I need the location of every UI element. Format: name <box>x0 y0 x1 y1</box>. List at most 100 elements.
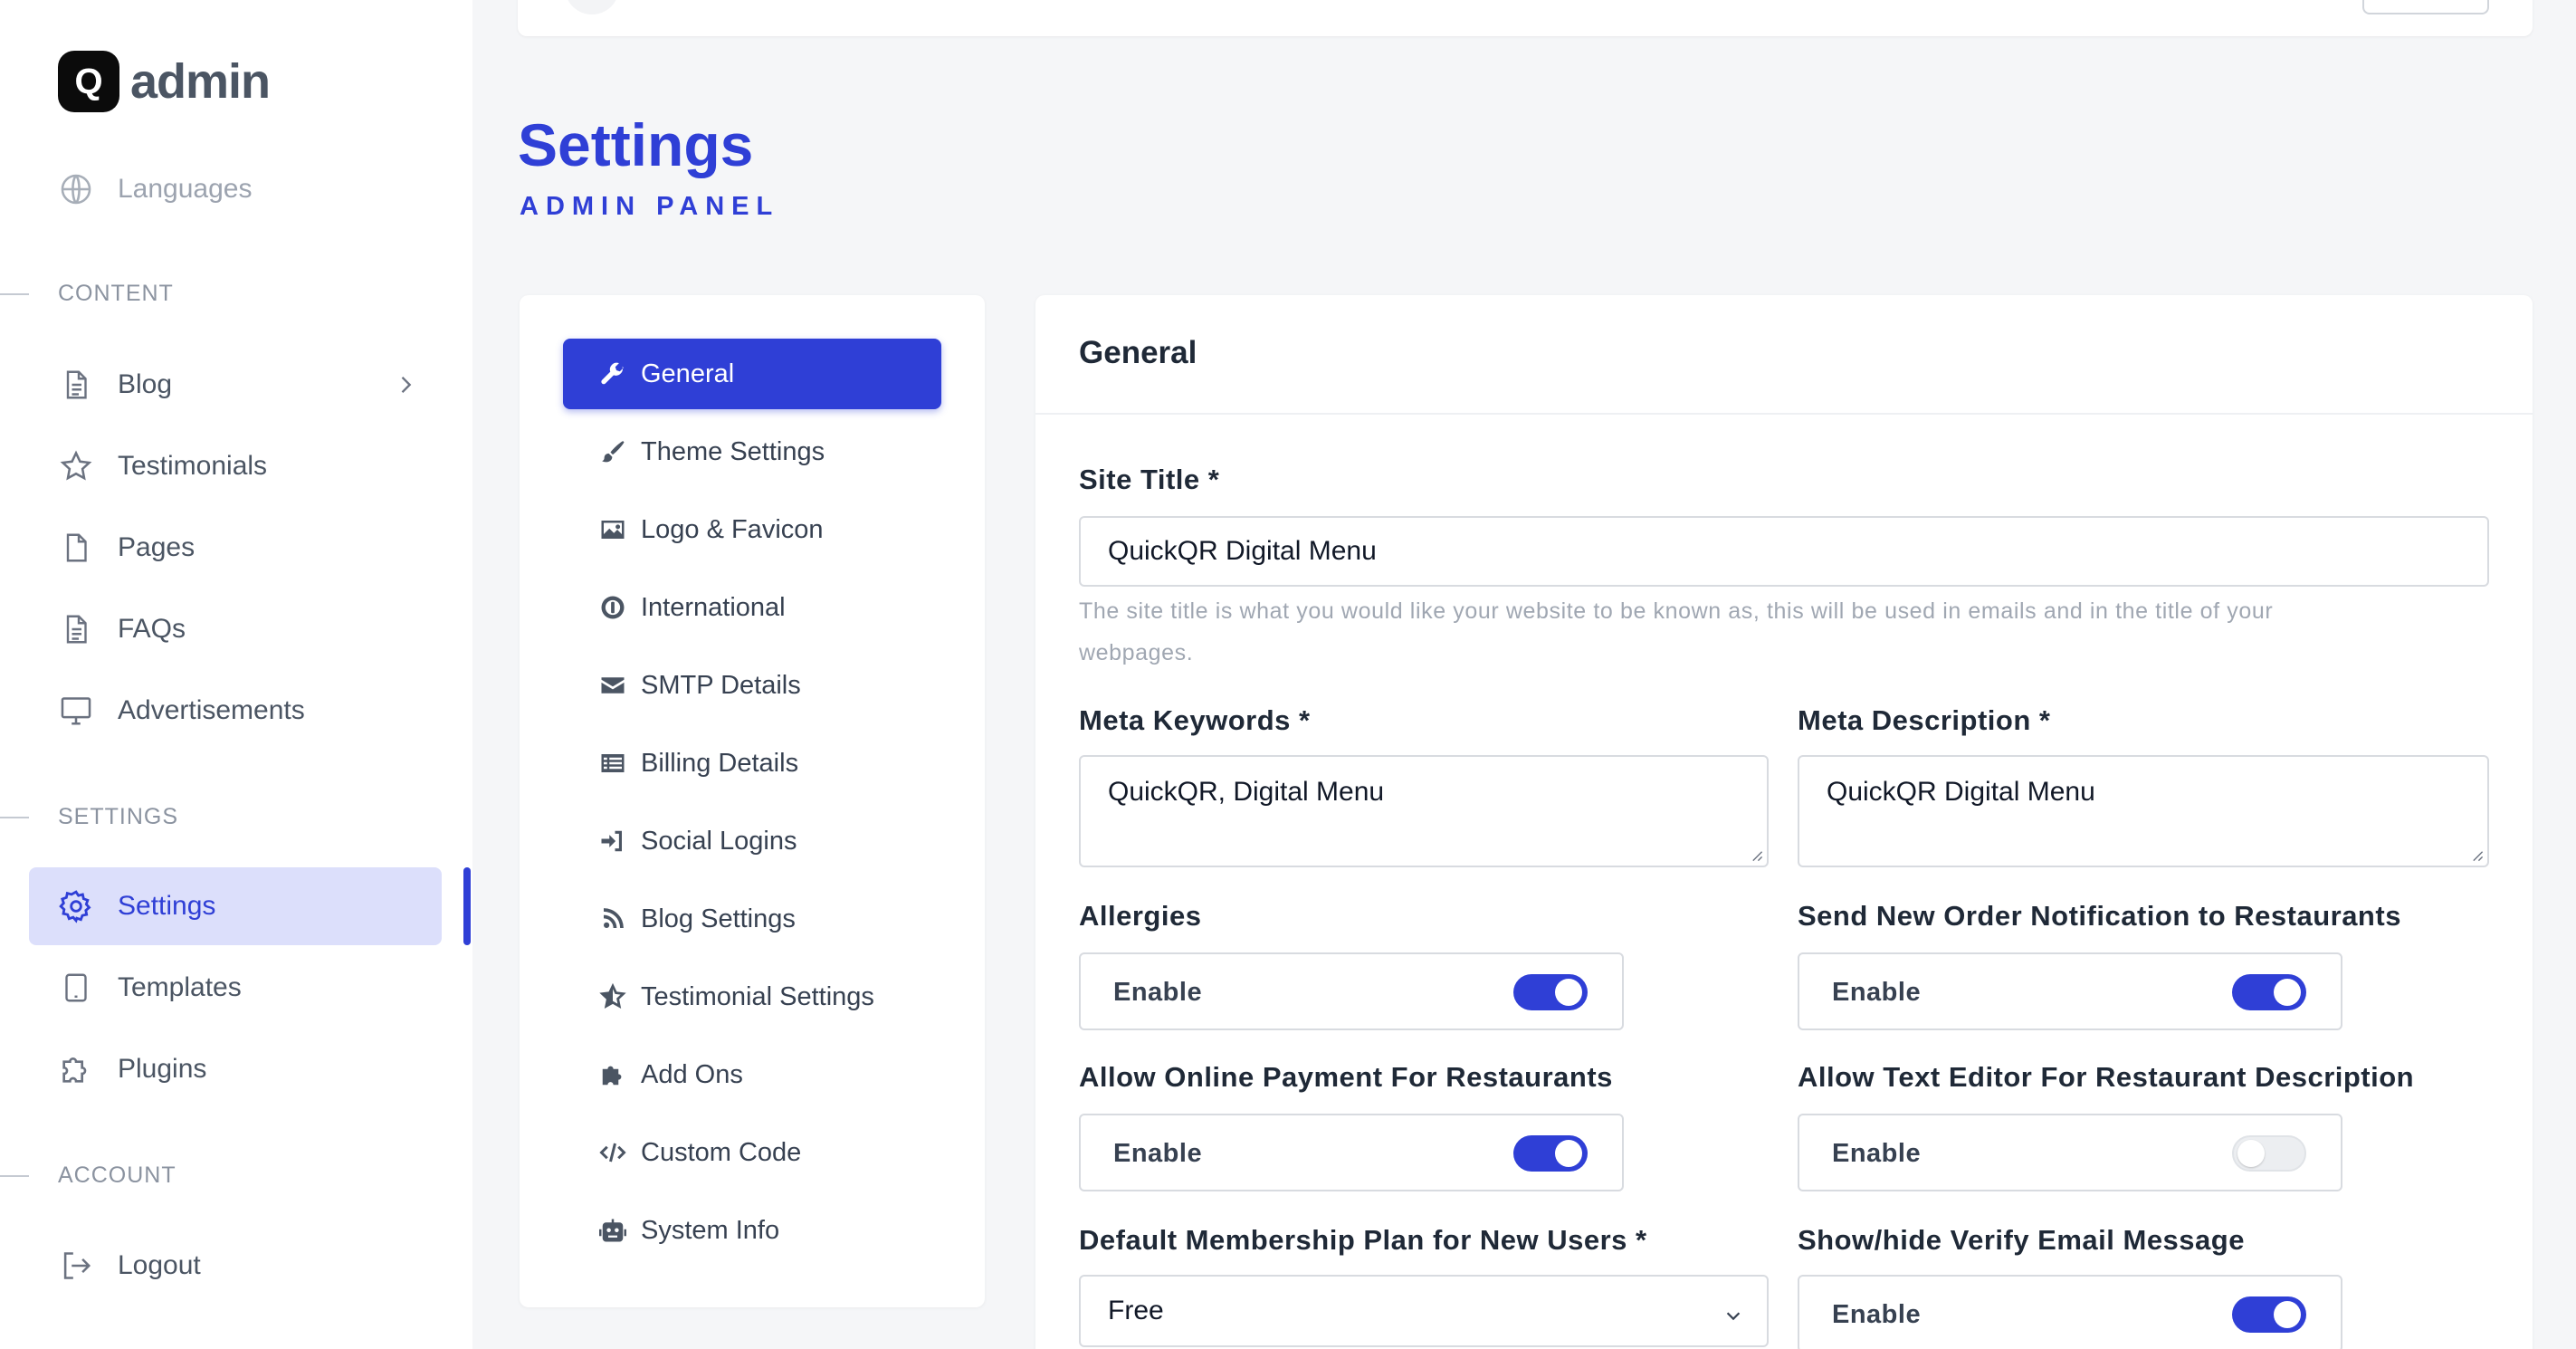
menu-item-social-logins[interactable]: Social Logins <box>563 806 941 876</box>
site-title-help-line2: webpages. <box>1079 640 1194 665</box>
sidebar-item-templates[interactable]: Templates <box>29 949 442 1027</box>
menu-item-label: System Info <box>641 1215 780 1245</box>
section-divider <box>0 817 29 818</box>
form-header: General <box>1035 295 2533 415</box>
toggle-state-label: Enable <box>1113 978 1203 1007</box>
online-payment-label: Allow Online Payment For Restaurants <box>1079 1061 1613 1093</box>
puzzle-icon <box>597 1059 628 1090</box>
sidebar-item-advertisements[interactable]: Advertisements <box>29 672 442 750</box>
chevron-down-icon <box>1722 1302 1745 1333</box>
menu-item-international[interactable]: International <box>563 572 941 643</box>
wrench-icon <box>597 359 628 389</box>
switch-knob <box>2237 1140 2265 1167</box>
page-subtitle: ADMIN PANEL <box>520 192 780 221</box>
sidebar-item-pages[interactable]: Pages <box>29 509 442 587</box>
logout-icon <box>58 1248 94 1284</box>
meta-description-textarea[interactable]: QuickQR Digital Menu <box>1798 755 2489 867</box>
sidebar-item-label: Blog <box>118 369 173 399</box>
text-editor-switch[interactable] <box>2232 1135 2306 1172</box>
sidebar-item-label: Settings <box>118 891 216 921</box>
menu-item-theme-settings[interactable]: Theme Settings <box>563 416 941 487</box>
sign-in-icon <box>597 826 628 856</box>
puzzle-icon <box>58 1051 94 1087</box>
menu-item-label: Blog Settings <box>641 904 796 933</box>
site-title-help-line1: The site title is what you would like yo… <box>1079 598 2274 624</box>
menu-item-add-ons[interactable]: Add Ons <box>563 1039 941 1110</box>
meta-keywords-textarea[interactable]: QuickQR, Digital Menu <box>1079 755 1769 867</box>
sidebar: Q admin Languages CONTENT Blog Testimoni… <box>0 0 472 1349</box>
verify-email-switch[interactable] <box>2232 1296 2306 1333</box>
menu-item-label: International <box>641 592 786 622</box>
code-icon <box>597 1137 628 1168</box>
site-title-label: Site Title * <box>1079 464 1220 495</box>
text-editor-toggle-field: Enable <box>1798 1114 2342 1191</box>
membership-plan-label: Default Membership Plan for New Users * <box>1079 1224 1647 1256</box>
toggle-state-label: Enable <box>1113 1139 1203 1168</box>
resize-handle-icon[interactable] <box>2471 849 2484 862</box>
document-icon <box>58 367 94 403</box>
allergies-label: Allergies <box>1079 900 1202 932</box>
logo-text: admin <box>130 54 271 109</box>
menu-item-custom-code[interactable]: Custom Code <box>563 1117 941 1188</box>
switch-knob <box>2274 979 2301 1006</box>
section-divider <box>0 293 29 295</box>
order-notification-toggle-field: Enable <box>1798 952 2342 1030</box>
sidebar-item-blog[interactable]: Blog <box>29 346 442 424</box>
general-settings-form: General Site Title * QuickQR Digital Men… <box>1035 295 2533 1349</box>
order-notification-label: Send New Order Notification to Restauran… <box>1798 900 2401 932</box>
top-bar <box>518 0 2533 36</box>
menu-item-label: Billing Details <box>641 748 799 778</box>
meta-description-label: Meta Description * <box>1798 704 2051 736</box>
menu-item-label: Theme Settings <box>641 436 825 466</box>
page-icon <box>58 530 94 566</box>
menu-item-general[interactable]: General <box>563 339 941 409</box>
topbar-avatar[interactable] <box>565 0 619 14</box>
menu-item-smtp-details[interactable]: SMTP Details <box>563 650 941 721</box>
sidebar-item-label: Plugins <box>118 1054 207 1084</box>
section-label-settings: SETTINGS <box>58 804 179 829</box>
sidebar-item-plugins[interactable]: Plugins <box>29 1030 442 1108</box>
sidebar-item-label: FAQs <box>118 614 186 644</box>
chevron-right-icon <box>393 371 418 406</box>
verify-email-toggle-field: Enable <box>1798 1275 2342 1349</box>
topbar-button[interactable] <box>2362 0 2489 14</box>
section-label-account: ACCOUNT <box>58 1162 177 1188</box>
logo-mark: Q <box>58 51 119 112</box>
star-half-icon <box>597 981 628 1012</box>
envelope-icon <box>597 670 628 701</box>
toggle-state-label: Enable <box>1832 1300 1922 1329</box>
sidebar-item-label: Testimonials <box>118 451 268 481</box>
menu-item-testimonial-settings[interactable]: Testimonial Settings <box>563 962 941 1032</box>
menu-item-billing-details[interactable]: Billing Details <box>563 728 941 799</box>
switch-knob <box>2274 1301 2301 1328</box>
section-label-content: CONTENT <box>58 281 174 306</box>
section-divider <box>0 1175 29 1177</box>
sidebar-item-settings[interactable]: Settings <box>29 867 442 945</box>
sidebar-item-label: Templates <box>118 972 242 1002</box>
star-icon <box>58 448 94 484</box>
resize-handle-icon[interactable] <box>1751 849 1763 862</box>
text-editor-label: Allow Text Editor For Restaurant Descrip… <box>1798 1061 2415 1093</box>
switch-knob <box>1555 979 1582 1006</box>
globe-icon <box>58 171 94 207</box>
sidebar-item-languages[interactable]: Languages <box>29 150 442 228</box>
allergies-switch[interactable] <box>1513 974 1588 1010</box>
order-notification-switch[interactable] <box>2232 974 2306 1010</box>
menu-item-blog-settings[interactable]: Blog Settings <box>563 884 941 954</box>
online-payment-toggle-field: Enable <box>1079 1114 1624 1191</box>
online-payment-switch[interactable] <box>1513 1135 1588 1172</box>
brand-logo[interactable]: Q admin <box>58 51 271 112</box>
site-title-input[interactable]: QuickQR Digital Menu <box>1079 516 2489 587</box>
sidebar-item-label: Languages <box>118 174 253 204</box>
membership-plan-select[interactable]: Free <box>1079 1275 1769 1347</box>
image-icon <box>597 514 628 545</box>
menu-item-logo-favicon[interactable]: Logo & Favicon <box>563 494 941 565</box>
sidebar-item-logout[interactable]: Logout <box>29 1227 442 1305</box>
sidebar-item-faqs[interactable]: FAQs <box>29 590 442 668</box>
active-indicator <box>463 867 471 945</box>
monitor-icon <box>58 693 94 729</box>
sidebar-item-testimonials[interactable]: Testimonials <box>29 427 442 505</box>
membership-plan-value: Free <box>1108 1296 1164 1325</box>
menu-item-label: Add Ons <box>641 1059 743 1089</box>
menu-item-system-info[interactable]: System Info <box>563 1195 941 1266</box>
